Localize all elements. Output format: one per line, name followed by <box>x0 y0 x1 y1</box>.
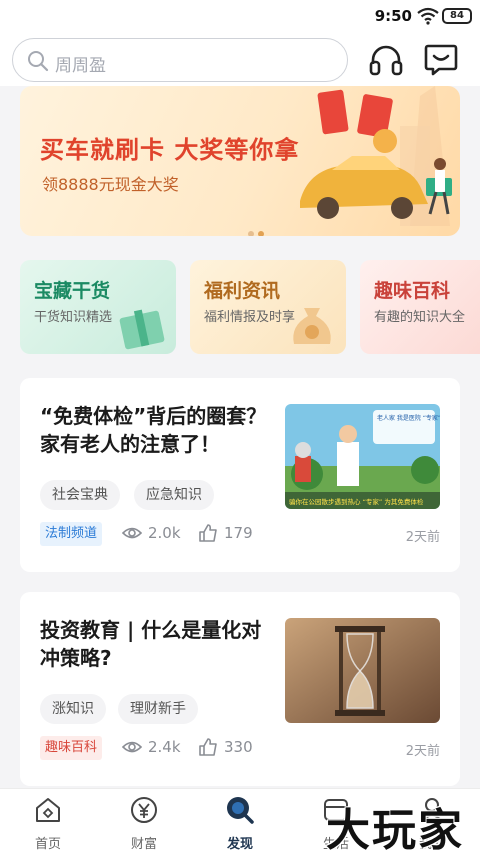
category-title: 宝藏干货 <box>34 280 111 302</box>
money-bag-icon <box>293 308 331 344</box>
like-count[interactable]: 330 <box>198 738 253 756</box>
publish-time: 2天前 <box>405 530 440 545</box>
channel-badge[interactable]: 趣味百科 <box>40 736 103 760</box>
pager-dot <box>248 231 254 236</box>
search-input[interactable]: 周周盈 <box>12 38 348 82</box>
eye-icon <box>122 527 142 539</box>
article-tag[interactable]: 应急知识 <box>134 480 214 510</box>
wifi-icon <box>417 7 439 25</box>
banner-subline: 领8888元现金大奖 <box>42 175 179 194</box>
category-title: 趣味百科 <box>374 280 451 302</box>
article-tag[interactable]: 社会宝典 <box>40 480 120 510</box>
category-subtitle: 干货知识精选 <box>34 310 113 325</box>
article-card[interactable]: 投资教育 | 什么是量化对冲策略? 涨知识 理财新手 趣味百科 2.4k 330… <box>20 592 460 786</box>
thumbs-up-icon <box>199 524 217 542</box>
article-title: “免费体检”背后的圈套？家有老人的注意了！ <box>40 404 267 456</box>
car-card-illustration <box>300 86 452 226</box>
tab-label: 财富 <box>130 837 157 852</box>
article-tag[interactable]: 理财新手 <box>118 694 198 724</box>
view-count: 2.4k <box>122 738 181 756</box>
tab-wealth[interactable]: 财富 <box>114 795 174 852</box>
article-title: 投资教育 | 什么是量化对冲策略? <box>40 618 262 670</box>
view-count: 2.0k <box>122 524 181 542</box>
category-title: 福利资讯 <box>204 280 281 302</box>
banner-pager <box>248 222 268 236</box>
promo-banner[interactable]: 买车就刷卡 大奖等你拿 领8888元现金大奖 <box>20 86 460 236</box>
category-subtitle: 福利情报及时享 <box>204 310 296 325</box>
article-thumbnail <box>285 618 440 723</box>
like-count-value: 179 <box>224 524 253 542</box>
status-time: 9:50 <box>374 7 412 25</box>
thumbs-up-icon <box>199 738 217 756</box>
tab-home[interactable]: 首页 <box>18 795 78 852</box>
watermark: 大玩家 <box>326 805 464 853</box>
search-icon <box>28 51 49 72</box>
tab-label: 发现 <box>226 837 253 852</box>
pager-dot-active <box>258 231 264 236</box>
eye-icon <box>122 741 142 753</box>
like-count-value: 330 <box>224 738 253 756</box>
like-count[interactable]: 179 <box>198 524 253 542</box>
discover-icon <box>227 797 254 824</box>
view-count-value: 2.0k <box>148 524 181 542</box>
article-tag[interactable]: 涨知识 <box>40 694 106 724</box>
article-card[interactable]: “免费体检”背后的圈套？家有老人的注意了！ 老人家 我是医院 “专家” 可以为您… <box>20 378 460 572</box>
thumb-caption-top: 老人家 我是医院 “专家” 可以为您免费体检 <box>377 414 440 422</box>
top-bar: 周周盈 <box>0 34 480 86</box>
channel-badge[interactable]: 法制频道 <box>40 522 103 546</box>
thumb-caption-bottom: 骗你在公园散步遇到热心 “专家” 为其免费体检 <box>289 497 424 506</box>
wealth-icon <box>131 797 157 823</box>
publish-time: 2天前 <box>405 744 440 759</box>
headset-icon[interactable] <box>368 42 404 78</box>
tab-discover[interactable]: 发现 <box>210 795 270 852</box>
category-treasure[interactable]: 宝藏干货 干货知识精选 <box>20 260 176 354</box>
search-placeholder: 周周盈 <box>55 56 106 76</box>
status-bar: 9:50 84 <box>0 0 480 34</box>
tab-label: 首页 <box>34 837 61 852</box>
view-count-value: 2.4k <box>148 738 181 756</box>
battery-indicator: 84 <box>442 8 472 24</box>
category-subtitle: 有趣的知识大全 <box>374 310 466 325</box>
category-welfare[interactable]: 福利资讯 福利情报及时享 <box>190 260 346 354</box>
gift-box-icon <box>119 309 165 350</box>
article-thumbnail: 老人家 我是医院 “专家” 可以为您免费体检 骗你在公园散步遇到热心 “专家” … <box>285 404 440 509</box>
category-fun-encyclopedia[interactable]: 趣味百科 有趣的知识大全 <box>360 260 480 354</box>
home-icon <box>36 798 60 822</box>
message-icon[interactable] <box>423 42 459 78</box>
